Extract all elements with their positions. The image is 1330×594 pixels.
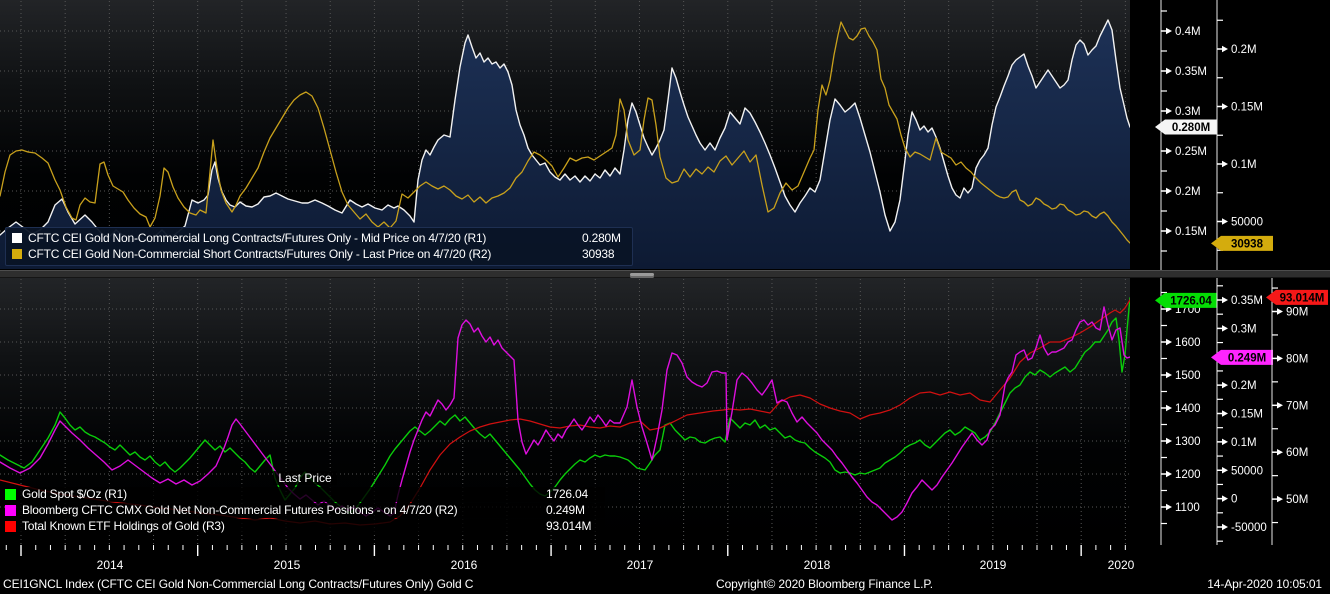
svg-text:93.014M: 93.014M [1280, 292, 1325, 304]
legend-label: Gold Spot $/Oz (R1) [22, 487, 127, 501]
long-contracts-swatch [12, 233, 22, 243]
legend-label: Total Known ETF Holdings of Gold (R3) [22, 519, 225, 533]
panel-separator [0, 270, 1330, 278]
top-panel-legend: CFTC CEI Gold Non-Commercial Long Contra… [5, 227, 633, 266]
svg-text:90M: 90M [1286, 307, 1308, 319]
svg-text:0.2M: 0.2M [1175, 186, 1201, 198]
year-label-2014: 2014 [96, 558, 124, 572]
bloomberg-chart-screen: 0.4M 0.35M 0.3M 0.25M 0.2M 0.15M 0.280M 0.2M 0.1… [0, 0, 1330, 594]
legend-row-etf-holdings[interactable]: Total Known ETF Holdings of Gold (R3) 93… [5, 519, 605, 534]
etf-holdings-swatch [5, 521, 16, 532]
year-label-2016: 2016 [450, 558, 478, 572]
x-axis-tick-strip [5, 545, 1126, 556]
svg-text:0.15M: 0.15M [1231, 102, 1263, 114]
svg-text:50000: 50000 [1231, 465, 1263, 477]
y-axis-bottom-R2: 0.35M 0.3M 0.2M 0.15M 0.1M 50000 0 -50000 0.249M [1211, 278, 1273, 545]
svg-text:1200: 1200 [1175, 469, 1201, 481]
year-label-2020: 2020 [1107, 558, 1135, 572]
status-bar: CEI1GNCL Index (CFTC CEI Gold Non-Commer… [0, 576, 1330, 594]
svg-text:0: 0 [1231, 494, 1237, 506]
legend-value: 93.014M [546, 519, 592, 533]
svg-text:0.249M: 0.249M [1228, 352, 1266, 364]
security-description: CEI1GNCL Index (CFTC CEI Gold Non-Commer… [3, 577, 474, 591]
year-label-2015: 2015 [273, 558, 301, 572]
svg-text:0.2M: 0.2M [1231, 44, 1257, 56]
legend-value: 0.280M [582, 231, 621, 245]
legend-row-net-positions[interactable]: Bloomberg CFTC CMX Gold Net Non-Commerci… [5, 503, 605, 518]
svg-text:50M: 50M [1286, 494, 1308, 506]
legend-row-short-contracts[interactable]: CFTC CEI Gold Non-Commercial Short Contr… [12, 246, 626, 262]
svg-text:0.4M: 0.4M [1175, 26, 1201, 38]
y-axis-bottom-R3: 90M 80M 70M 60M 50M 93.014M [1266, 278, 1328, 545]
net-positions-swatch [5, 505, 16, 516]
legend-row-long-contracts[interactable]: CFTC CEI Gold Non-Commercial Long Contra… [12, 230, 626, 246]
status-datetime: 14-Apr-2020 10:05:01 [1207, 577, 1322, 591]
legend-value: 30938 [582, 247, 615, 261]
svg-text:-50000: -50000 [1231, 522, 1267, 534]
svg-text:0.35M: 0.35M [1175, 66, 1207, 78]
svg-text:0.15M: 0.15M [1231, 409, 1263, 421]
svg-text:0.1M: 0.1M [1231, 159, 1257, 171]
panel-resize-handle[interactable] [630, 273, 654, 276]
svg-text:0.3M: 0.3M [1175, 106, 1201, 118]
svg-text:30938: 30938 [1231, 238, 1264, 250]
legend-row-gold-spot[interactable]: Gold Spot $/Oz (R1) 1726.04 [5, 487, 605, 502]
x-axis-year-labels: 2014 2015 2016 2017 2018 2019 2020 [0, 558, 1330, 574]
y-axis-top-R1: 0.4M 0.35M 0.3M 0.25M 0.2M 0.15M 0.280M [1155, 0, 1217, 270]
svg-text:1300: 1300 [1175, 436, 1201, 448]
y-axis-bottom-R1: 17001600150014001300120011001726.04 [1155, 278, 1217, 545]
legend-value: 0.249M [546, 503, 585, 517]
copyright-text: Copyright© 2020 Bloomberg Finance L.P. [716, 577, 933, 591]
year-label-2019: 2019 [979, 558, 1007, 572]
svg-text:1100: 1100 [1175, 502, 1200, 514]
svg-text:70M: 70M [1286, 400, 1308, 412]
svg-text:50000: 50000 [1231, 217, 1263, 229]
svg-text:0.25M: 0.25M [1175, 146, 1207, 158]
bottom-panel-legend: Last Price Gold Spot $/Oz (R1) 1726.04 B… [5, 471, 605, 535]
svg-text:0.35M: 0.35M [1231, 295, 1263, 307]
legend-value: 1726.04 [546, 487, 588, 501]
svg-text:0.280M: 0.280M [1172, 122, 1210, 134]
svg-text:1726.04: 1726.04 [1170, 295, 1212, 307]
legend-label: Bloomberg CFTC CMX Gold Net Non-Commerci… [22, 503, 458, 517]
svg-text:0.15M: 0.15M [1175, 226, 1207, 238]
svg-text:0.3M: 0.3M [1231, 323, 1257, 335]
svg-text:0.2M: 0.2M [1231, 380, 1257, 392]
svg-text:80M: 80M [1286, 353, 1308, 365]
year-label-2017: 2017 [626, 558, 654, 572]
svg-text:1500: 1500 [1175, 370, 1201, 382]
gold-spot-swatch [5, 489, 16, 500]
legend-label: CFTC CEI Gold Non-Commercial Short Contr… [28, 247, 492, 261]
svg-text:1400: 1400 [1175, 403, 1201, 415]
legend-label: CFTC CEI Gold Non-Commercial Long Contra… [28, 231, 487, 245]
y-axis-top-R2: 0.2M 0.15M 0.1M 50000 30938 [1211, 0, 1273, 270]
svg-text:0.1M: 0.1M [1231, 437, 1257, 449]
last-price-title: Last Price [5, 471, 605, 486]
svg-text:60M: 60M [1286, 447, 1308, 459]
year-label-2018: 2018 [803, 558, 831, 572]
short-contracts-swatch [12, 249, 22, 259]
svg-text:1600: 1600 [1175, 337, 1201, 349]
